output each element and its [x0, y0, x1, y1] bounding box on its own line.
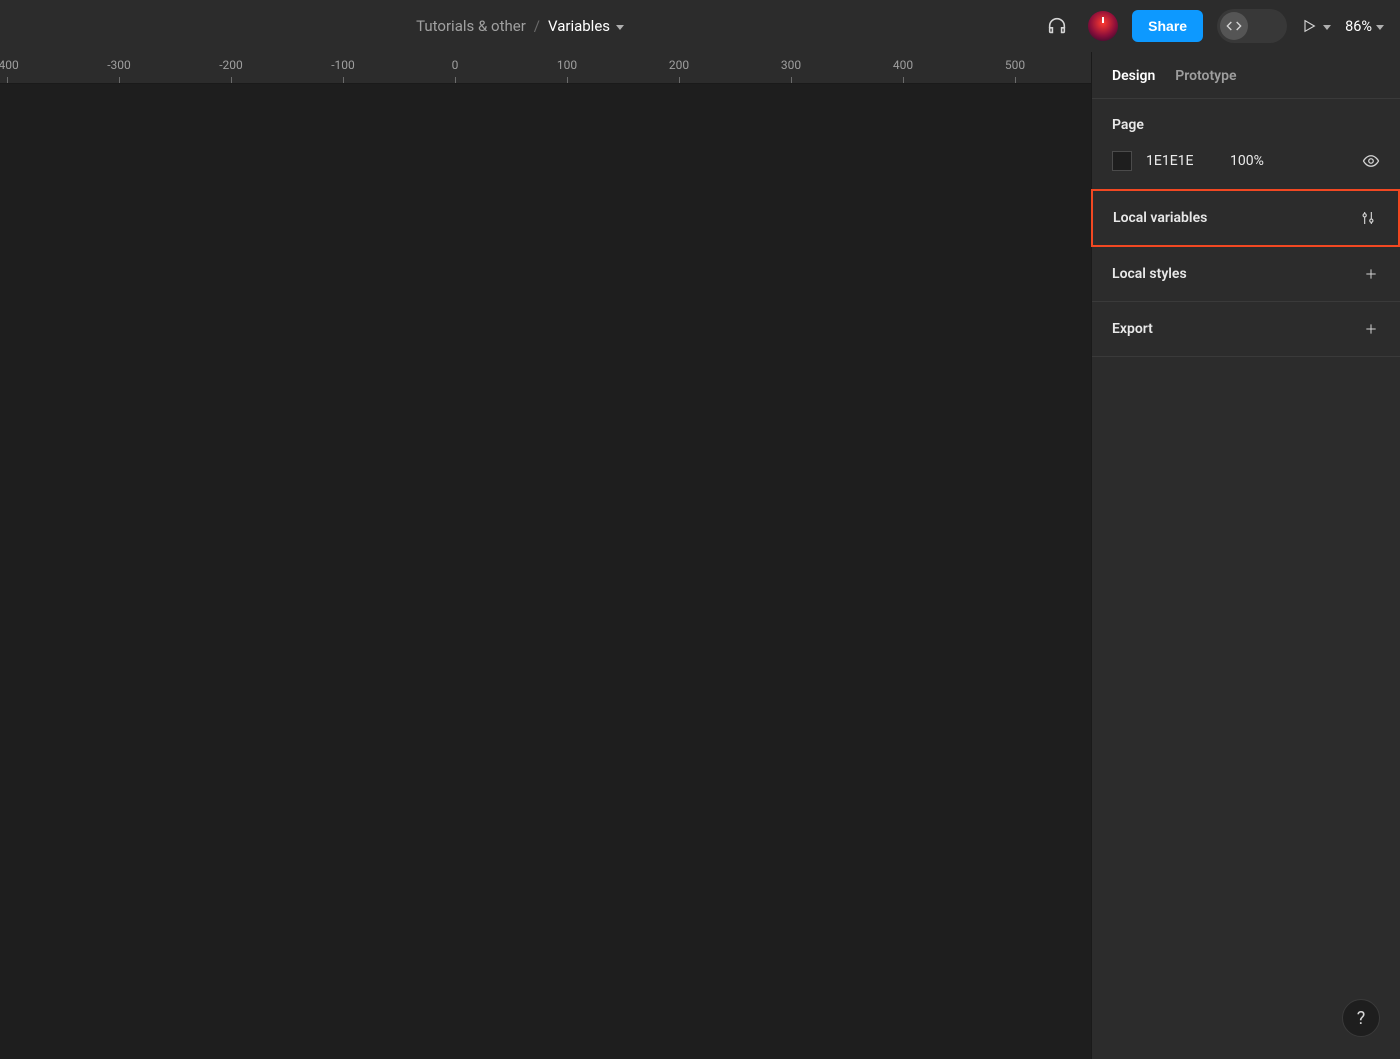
play-icon	[1301, 18, 1317, 34]
ruler-tick	[231, 77, 232, 83]
ruler-horizontal: -400 -300 -200 -100 0 100 200 300 400 500	[0, 52, 1091, 84]
code-icon	[1226, 18, 1242, 34]
ruler-tick-label: 400	[893, 58, 913, 72]
right-panel: Design Prototype Page 1E1E1E 100%	[1091, 52, 1400, 1059]
sliders-icon	[1360, 210, 1376, 226]
chevron-down-icon	[1376, 25, 1384, 30]
open-variables-button[interactable]	[1359, 209, 1377, 227]
chevron-down-icon	[1323, 25, 1331, 30]
ruler-tick	[1015, 77, 1016, 83]
plus-icon	[1364, 322, 1378, 336]
tab-design[interactable]: Design	[1112, 68, 1155, 84]
add-style-button[interactable]	[1362, 265, 1380, 283]
section-page-title: Page	[1112, 117, 1144, 133]
ruler-tick-label: 500	[1005, 58, 1025, 72]
local-variables-highlight: Local variables	[1091, 189, 1400, 247]
section-local-styles-title: Local styles	[1112, 266, 1187, 282]
zoom-value: 86%	[1345, 18, 1372, 35]
ruler-tick	[679, 77, 680, 83]
breadcrumb: Tutorials & other / Variables	[0, 17, 1040, 35]
ruler-tick	[567, 77, 568, 83]
ruler-tick	[343, 77, 344, 83]
breadcrumb-project[interactable]: Tutorials & other	[416, 17, 526, 35]
section-local-styles: Local styles	[1092, 247, 1400, 302]
add-export-button[interactable]	[1362, 320, 1380, 338]
ruler-tick	[791, 77, 792, 83]
plus-icon	[1364, 267, 1378, 281]
avatar[interactable]	[1088, 11, 1118, 41]
ruler-tick-label: -300	[107, 58, 131, 72]
chevron-down-icon	[616, 25, 624, 30]
ruler-tick-label: 0	[452, 58, 459, 72]
section-local-variables: Local variables	[1093, 191, 1397, 245]
headphones-icon[interactable]	[1040, 9, 1074, 43]
visibility-toggle[interactable]	[1362, 152, 1380, 170]
eye-icon	[1362, 152, 1380, 170]
canvas[interactable]: -400 -300 -200 -100 0 100 200 300 400 500	[0, 52, 1091, 1059]
page-color-hex[interactable]: 1E1E1E	[1146, 153, 1216, 169]
ruler-tick-label: -200	[219, 58, 243, 72]
section-export-title: Export	[1112, 321, 1153, 337]
section-page: Page 1E1E1E 100%	[1092, 99, 1400, 190]
ruler-tick-label: 100	[557, 58, 577, 72]
tab-prototype[interactable]: Prototype	[1175, 68, 1236, 84]
ruler-tick-label: -400	[0, 58, 19, 72]
breadcrumb-separator: /	[534, 17, 540, 35]
ruler-tick	[455, 77, 456, 83]
zoom-control[interactable]: 86%	[1345, 18, 1388, 35]
page-color-swatch[interactable]	[1112, 151, 1132, 171]
page-color-opacity[interactable]: 100%	[1230, 153, 1290, 169]
breadcrumb-page[interactable]: Variables	[548, 17, 624, 35]
ruler-tick	[119, 77, 120, 83]
breadcrumb-page-label: Variables	[548, 17, 610, 35]
section-local-variables-title: Local variables	[1113, 210, 1207, 226]
dev-mode-toggle[interactable]	[1217, 9, 1287, 43]
ruler-tick	[7, 77, 8, 83]
ruler-tick-label: -100	[331, 58, 355, 72]
ruler-tick	[903, 77, 904, 83]
ruler-tick-label: 200	[669, 58, 689, 72]
topbar-right: Share 86%	[1040, 9, 1388, 43]
topbar: Tutorials & other / Variables Share	[0, 0, 1400, 52]
present-button[interactable]	[1301, 18, 1331, 34]
help-button[interactable]: ?	[1342, 999, 1380, 1037]
ruler-tick-label: 300	[781, 58, 801, 72]
panel-tabs: Design Prototype	[1092, 52, 1400, 99]
dev-mode-knob	[1220, 12, 1248, 40]
section-export: Export	[1092, 302, 1400, 357]
share-button[interactable]: Share	[1132, 10, 1203, 42]
